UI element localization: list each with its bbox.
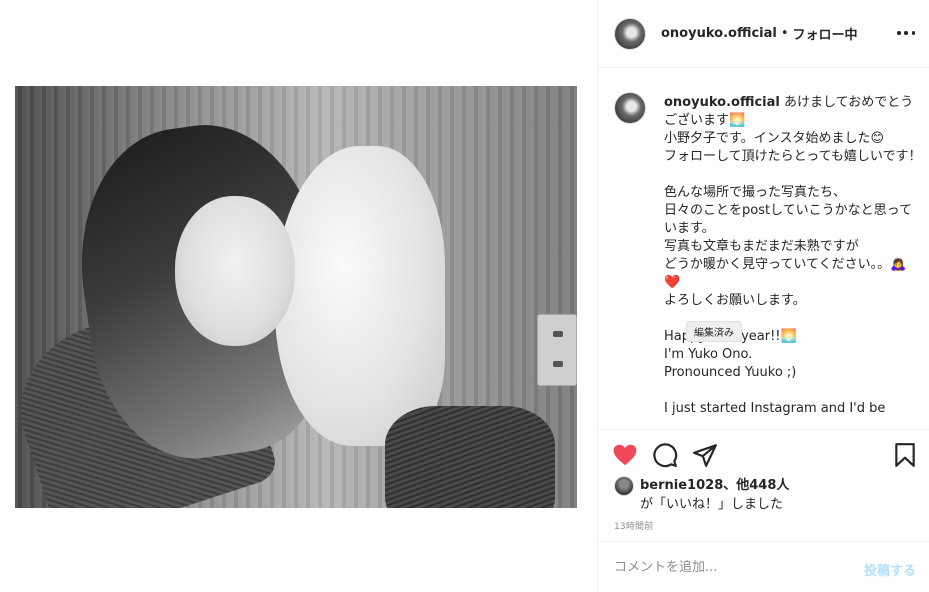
comment-bar: 投稿する [598, 541, 929, 592]
caption-text: onoyuko.official あけましておめでとうございます🌅 小野夕子です… [664, 94, 924, 418]
comment-icon[interactable] [652, 442, 678, 468]
photo-outlet [537, 314, 577, 386]
photo-face [175, 196, 295, 346]
more-icon[interactable] [897, 24, 915, 42]
post-media-pane [0, 0, 597, 592]
liker-username[interactable]: bernie1028 [640, 478, 723, 493]
header-username[interactable]: onoyuko.official [661, 26, 777, 41]
photo-body [275, 146, 445, 446]
heart-filled-icon[interactable] [612, 442, 638, 468]
avatar[interactable] [614, 17, 646, 50]
photo-jeans-right [385, 406, 555, 508]
post-sidebar: onoyuko.official • フォロー中 onoyuko.officia… [597, 0, 929, 592]
post-photo[interactable] [15, 86, 577, 508]
bookmark-icon[interactable] [892, 442, 918, 468]
likes-others[interactable]: 、他448人 [723, 478, 789, 493]
header-separator: • [780, 26, 789, 41]
follow-status-button[interactable]: フォロー中 [793, 24, 858, 43]
likes-line: bernie1028、他448人 [640, 474, 789, 493]
caption-username[interactable]: onoyuko.official [664, 95, 780, 110]
share-icon[interactable] [692, 442, 718, 468]
likes-suffix: が「いいね！」しました [640, 497, 784, 512]
liker-avatar[interactable] [614, 476, 634, 496]
caption-body: あけましておめでとうございます🌅 小野夕子です。インスタ始めました😊 フォローし… [664, 95, 922, 416]
post-header: onoyuko.official • フォロー中 [598, 0, 929, 68]
edited-tooltip: 編集済み [686, 321, 742, 342]
post-comment-button[interactable]: 投稿する [864, 560, 916, 579]
comment-input[interactable] [614, 560, 844, 575]
caption-avatar[interactable] [614, 92, 646, 124]
post-timestamp[interactable]: 13時間前 [614, 519, 653, 532]
caption-section: onoyuko.official あけましておめでとうございます🌅 小野夕子です… [614, 92, 924, 428]
action-bar [598, 429, 929, 477]
